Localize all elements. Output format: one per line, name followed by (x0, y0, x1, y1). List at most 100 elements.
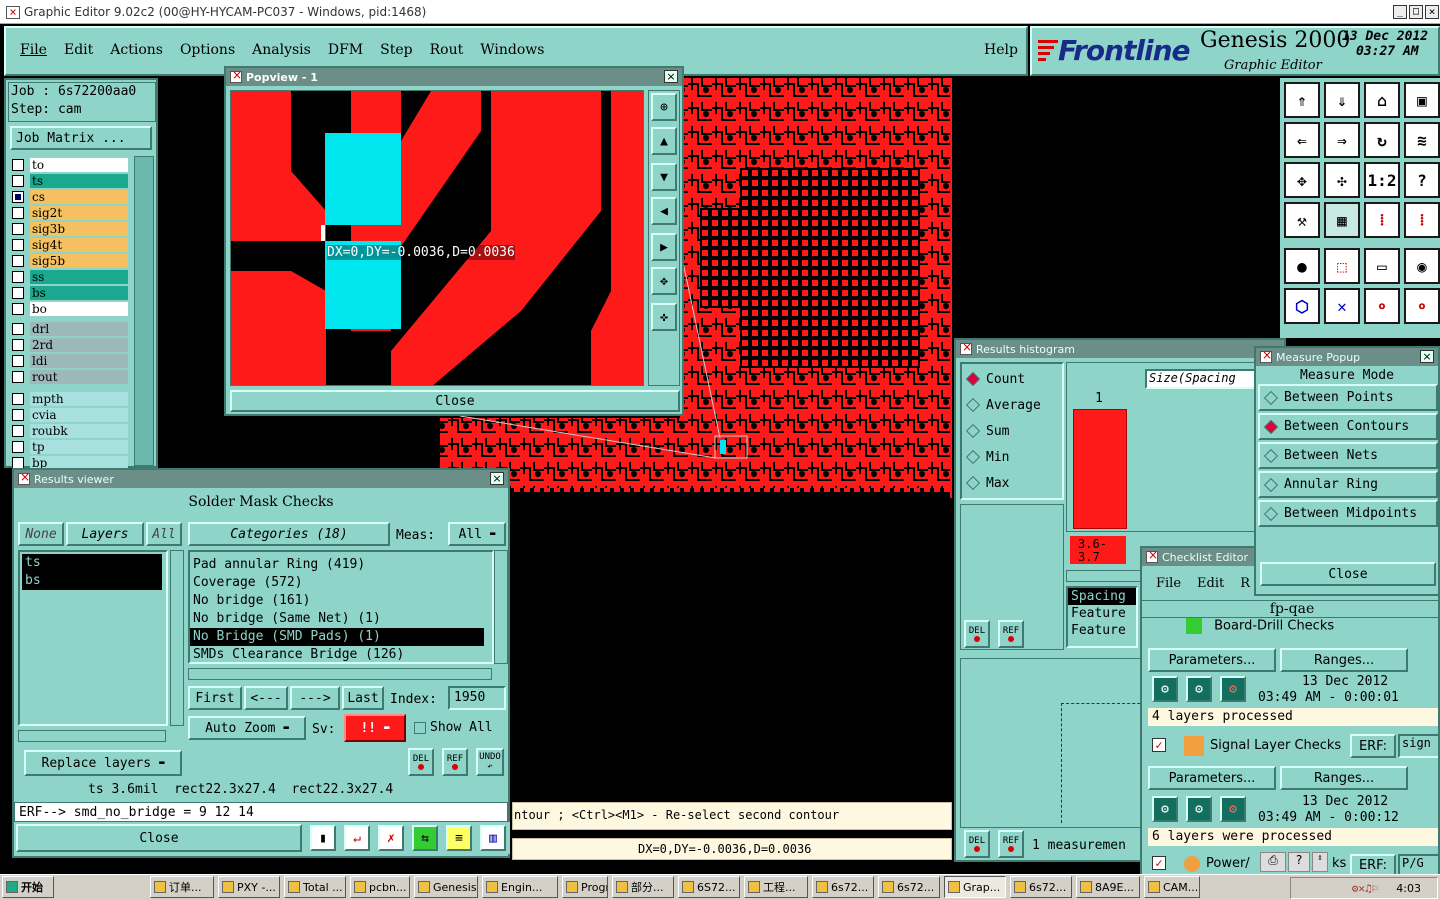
measure-mode-between-midpoints[interactable]: Between Midpoints (1258, 500, 1438, 527)
taskbar-item[interactable]: 6s72... (812, 876, 874, 898)
index-input[interactable]: 1950 (448, 686, 506, 710)
prev-button[interactable]: <--- (244, 686, 288, 710)
replace-layers-dropdown[interactable]: Replace layers ▬ (24, 750, 182, 776)
printer-icon[interactable]: ⎙ (1260, 852, 1286, 872)
ranges-button-1[interactable]: Ranges... (1280, 648, 1408, 672)
del-button[interactable]: DEL (408, 748, 434, 776)
layer-row-tp[interactable]: tp (12, 440, 128, 454)
menu-windows[interactable]: Windows (480, 42, 544, 58)
popview-pan-down-icon[interactable]: ▼ (651, 163, 677, 191)
histogram-ref-button-2[interactable]: REF (998, 830, 1024, 858)
layer-row-ts[interactable]: ts (12, 174, 128, 188)
popview-pan-left-icon[interactable]: ◀ (651, 197, 677, 225)
rotate-icon[interactable]: ↻ (1364, 122, 1400, 158)
erf-button-2[interactable]: ERF: (1350, 734, 1396, 758)
taskbar-item[interactable]: Grap... (944, 876, 1006, 898)
layer-row-bo[interactable]: bo (12, 302, 128, 316)
layer-checkbox[interactable] (12, 223, 24, 235)
parameters-button-1[interactable]: Parameters... (1148, 648, 1276, 672)
category-item[interactable]: Coverage (572) (190, 574, 484, 592)
layer-row-roubk[interactable]: roubk (12, 424, 128, 438)
layer-checkbox[interactable] (12, 271, 24, 283)
layer-row-bs[interactable]: bs (12, 286, 128, 300)
sv-dropdown[interactable]: !! ▬ (344, 714, 406, 742)
taskbar-item[interactable]: 工程... (744, 876, 808, 898)
exit-icon[interactable]: ↵ (344, 825, 370, 851)
category-item[interactable]: No bridge (Same Net) (1) (190, 610, 484, 628)
layers-button[interactable]: Layers (66, 522, 144, 546)
layer-row-sig5b[interactable]: sig5b (12, 254, 128, 268)
checklist-menu-file[interactable]: File (1156, 576, 1181, 591)
layer-list-scroll[interactable] (134, 156, 154, 466)
job-matrix-button[interactable]: Job Matrix ... (10, 126, 152, 150)
run-icon-2c[interactable]: ⚙ (1220, 796, 1246, 822)
layer-checkbox[interactable] (12, 441, 24, 453)
power-checkbox[interactable]: ✓ (1152, 856, 1166, 870)
run-icon-1c[interactable]: ⚙ (1220, 676, 1246, 702)
sync-icon[interactable]: ⇆ (412, 825, 438, 851)
zoom-out-icon[interactable]: ⇓ (1324, 82, 1360, 118)
histogram-bar[interactable] (1073, 409, 1127, 529)
taskbar-item[interactable]: 6S72... (678, 876, 740, 898)
spacing-item[interactable]: Spacing (1068, 588, 1136, 605)
layer-row-cvia[interactable]: cvia (12, 408, 128, 422)
checklist-menu-r[interactable]: R (1240, 576, 1250, 591)
layer-checkbox[interactable] (12, 303, 24, 315)
home-icon[interactable]: ⌂ (1364, 82, 1400, 118)
pin-icon[interactable]: ▮ (310, 825, 336, 851)
category-item[interactable]: Pad annular Ring (419) (190, 556, 484, 574)
report-icon[interactable]: ≡ (446, 825, 472, 851)
measure-mode-between-nets[interactable]: Between Nets (1258, 442, 1438, 469)
feature-item[interactable]: Feature (1068, 622, 1136, 639)
layer-checkbox[interactable] (12, 409, 24, 421)
center-icon[interactable]: ✣ (1324, 162, 1360, 198)
layer-row-2rd[interactable]: 2rd (12, 338, 128, 352)
histogram-del-button[interactable]: DEL (964, 620, 990, 648)
measure-mode-between-points[interactable]: Between Points (1258, 384, 1438, 411)
layer-checkbox[interactable] (12, 207, 24, 219)
close-window-button[interactable]: × (1425, 5, 1439, 19)
menu-rout[interactable]: Rout (430, 42, 464, 58)
chart-icon[interactable]: ▥ (480, 825, 506, 851)
pad-icon[interactable]: ● (1284, 248, 1320, 284)
category-item[interactable]: No bridge (161) (190, 592, 484, 610)
layer-select-alt-icon[interactable]: ⁞ (1404, 202, 1440, 238)
layer-checkbox[interactable] (12, 191, 24, 203)
line-icon[interactable]: ⬚ (1324, 248, 1360, 284)
categories-scrollbar[interactable] (494, 550, 508, 664)
all-layers-button[interactable]: All (146, 522, 182, 546)
layer-checkbox[interactable] (12, 371, 24, 383)
taskbar-item[interactable]: Total ... (284, 876, 346, 898)
circle-icon[interactable]: ◉ (1404, 248, 1440, 284)
histogram-option-average[interactable]: Average (962, 392, 1062, 418)
ranges-button-2[interactable]: Ranges... (1280, 766, 1408, 790)
popview-pan-up-icon[interactable]: ▲ (651, 127, 677, 155)
menu-help[interactable]: Help (984, 42, 1018, 58)
tools-icon[interactable]: ⚒ (1284, 202, 1320, 238)
measure-mode-annular-ring[interactable]: Annular Ring (1258, 471, 1438, 498)
first-button[interactable]: First (188, 686, 242, 710)
layer-checkbox[interactable] (12, 287, 24, 299)
popview-center-icon[interactable]: ✜ (651, 303, 677, 331)
pan-left-icon[interactable]: ⇐ (1284, 122, 1320, 158)
menu-actions[interactable]: Actions (110, 42, 163, 58)
layer-row-ss[interactable]: ss (12, 270, 128, 284)
pan-right-icon[interactable]: ⇒ (1324, 122, 1360, 158)
none-button[interactable]: None (18, 522, 64, 546)
layer-row-mpth[interactable]: mpth (12, 392, 128, 406)
menu-analysis[interactable]: Analysis (252, 42, 311, 58)
help-icon[interactable]: ? (1288, 852, 1310, 872)
popview-pan-right-icon[interactable]: ▶ (651, 233, 677, 261)
measure-popup-close-icon[interactable]: × (1420, 350, 1434, 363)
layer-row-sig4t[interactable]: sig4t (12, 238, 128, 252)
histogram-del-button-2[interactable]: DEL (964, 830, 990, 858)
measure-popup-close-button[interactable]: Close (1260, 562, 1436, 586)
erf-button-3[interactable]: ERF: (1350, 854, 1396, 874)
run-icon-2b[interactable]: ⚙ (1186, 796, 1212, 822)
layer-row-to[interactable]: to (12, 158, 128, 172)
window-icon[interactable]: ▣ (1404, 82, 1440, 118)
snap-icon[interactable]: ≋ (1404, 122, 1440, 158)
ref-button[interactable]: REF (442, 748, 468, 776)
histogram-option-count[interactable]: Count (962, 366, 1062, 392)
taskbar-item[interactable]: Progr... (562, 876, 608, 898)
